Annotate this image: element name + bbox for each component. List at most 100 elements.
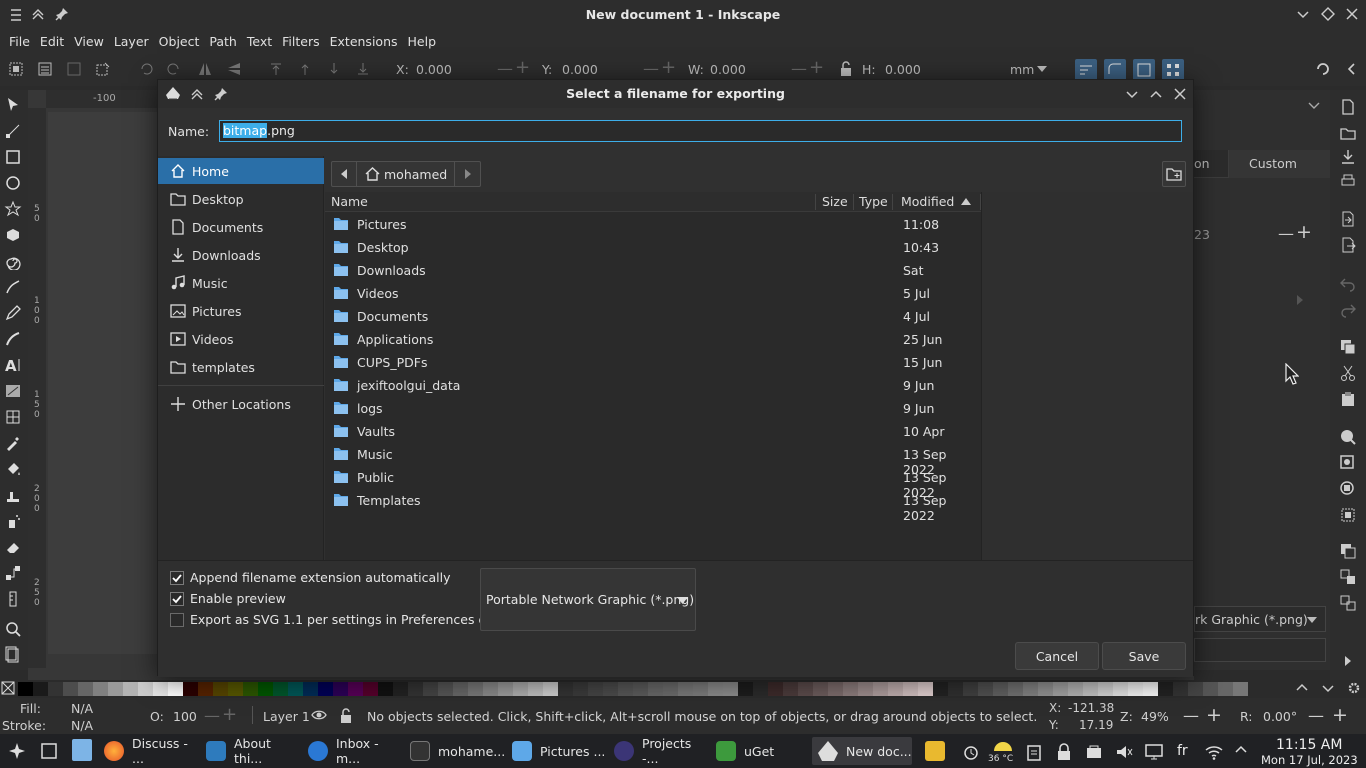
cut-icon[interactable] <box>1339 364 1357 382</box>
color-swatch[interactable] <box>558 682 573 696</box>
color-swatch[interactable] <box>873 682 888 696</box>
color-swatch[interactable] <box>1008 682 1023 696</box>
eraser-tool-icon[interactable] <box>4 538 22 556</box>
export-icon[interactable] <box>1339 236 1357 254</box>
color-swatch[interactable] <box>33 682 48 696</box>
color-swatch[interactable] <box>1233 682 1248 696</box>
lock-ratio-icon[interactable] <box>838 61 856 79</box>
maximize-icon[interactable] <box>1149 87 1163 101</box>
color-swatch[interactable] <box>153 682 168 696</box>
color-swatch[interactable] <box>183 682 198 696</box>
color-swatch[interactable] <box>63 682 78 696</box>
stroke-value[interactable]: N/A <box>71 718 93 733</box>
menu-edit[interactable]: Edit <box>35 30 69 54</box>
file-row[interactable]: Downloads Sat <box>325 259 981 282</box>
color-swatch[interactable] <box>258 682 273 696</box>
export-svg11-checkbox[interactable]: Export as SVG 1.1 per settings in Prefer… <box>170 612 517 627</box>
color-swatch[interactable] <box>1203 682 1218 696</box>
y-plus-icon[interactable]: + <box>661 57 676 78</box>
raise-icon[interactable] <box>297 61 315 79</box>
palette-up-icon[interactable] <box>1296 682 1308 694</box>
w-minus-icon[interactable]: — <box>791 59 807 78</box>
minimize-icon[interactable] <box>1296 8 1310 22</box>
app-launcher-icon[interactable] <box>8 742 26 760</box>
no-paint-swatch[interactable] <box>0 680 18 698</box>
color-swatch[interactable] <box>798 682 813 696</box>
duplicate-icon[interactable] <box>1339 542 1357 560</box>
place-templates[interactable]: templates <box>158 354 324 380</box>
file-row[interactable]: Desktop 10:43 <box>325 236 981 259</box>
horizontal-ruler[interactable]: -100 <box>46 90 158 108</box>
print-icon[interactable] <box>1339 172 1357 190</box>
task-inkscape[interactable]: New doc... <box>812 737 912 765</box>
select-all-layers-icon[interactable] <box>37 61 55 79</box>
rotation-plus-icon[interactable]: + <box>1332 704 1348 726</box>
place-videos[interactable]: Videos <box>158 326 324 352</box>
menu-text[interactable]: Text <box>242 30 277 54</box>
file-row[interactable]: logs 9 Jun <box>325 397 981 420</box>
color-swatch[interactable] <box>888 682 903 696</box>
color-swatch[interactable] <box>1098 682 1113 696</box>
ellipse-tool-icon[interactable] <box>4 174 22 192</box>
pager-icon[interactable] <box>72 739 92 761</box>
color-swatch[interactable] <box>1143 682 1158 696</box>
filename-input[interactable]: bitmap.png <box>219 120 1182 142</box>
column-modified[interactable]: Modified <box>901 194 954 209</box>
scale-stroke-icon[interactable] <box>1075 59 1097 81</box>
task-terminal[interactable]: mohame... <box>404 737 505 765</box>
vertical-ruler[interactable]: 5 0 1 0 0 1 5 0 2 0 0 2 5 0 <box>28 108 46 668</box>
color-swatch[interactable] <box>618 682 633 696</box>
new-document-icon[interactable] <box>1339 98 1357 116</box>
color-swatch[interactable] <box>1038 682 1053 696</box>
pen-tool-icon[interactable] <box>4 278 22 296</box>
touch-select-icon[interactable] <box>95 61 113 79</box>
task-mail[interactable]: Inbox - m... <box>302 736 402 766</box>
rotation-field[interactable]: 0.00° <box>1263 709 1297 724</box>
color-swatch[interactable] <box>318 682 333 696</box>
path-segment-home[interactable]: mohamed <box>357 161 455 187</box>
flip-horizontal-icon[interactable] <box>197 61 215 79</box>
clock-date[interactable]: Mon 17 Jul, 2023 <box>1261 753 1358 767</box>
redo-icon[interactable] <box>1339 300 1357 318</box>
gradient-tool-icon[interactable] <box>4 382 22 400</box>
snap-toggle-icon[interactable] <box>1315 61 1333 79</box>
lock-tray-icon[interactable] <box>1055 743 1073 761</box>
file-row[interactable]: Templates 13 Sep 2022 <box>325 489 981 523</box>
save-button[interactable]: Save <box>1102 642 1186 670</box>
open-file-icon[interactable] <box>1339 124 1357 142</box>
color-swatch[interactable] <box>648 682 663 696</box>
color-swatch[interactable] <box>858 682 873 696</box>
star-tool-icon[interactable] <box>4 200 22 218</box>
save-icon[interactable] <box>1339 148 1357 166</box>
color-swatch[interactable] <box>213 682 228 696</box>
color-swatch[interactable] <box>453 682 468 696</box>
color-swatch[interactable] <box>933 682 948 696</box>
color-swatch[interactable] <box>168 682 183 696</box>
file-row[interactable]: Pictures 11:08 <box>325 213 981 236</box>
undo-icon[interactable] <box>1339 274 1357 292</box>
file-row[interactable]: jexiftoolgui_data 9 Jun <box>325 374 981 397</box>
place-documents[interactable]: Documents <box>158 214 324 240</box>
zoom-width-icon[interactable] <box>1339 506 1357 524</box>
color-swatch[interactable] <box>1158 682 1173 696</box>
menu-view[interactable]: View <box>69 30 109 54</box>
clone-icon[interactable] <box>1339 568 1357 586</box>
menu-help[interactable]: Help <box>403 30 442 54</box>
palette-settings-icon[interactable] <box>1347 681 1361 695</box>
file-type-select[interactable]: Portable Network Graphic (*.png) <box>480 568 696 631</box>
create-folder-button[interactable] <box>1162 161 1186 187</box>
color-swatch[interactable] <box>498 682 513 696</box>
unit-dropdown-icon[interactable] <box>1037 66 1047 72</box>
color-swatch[interactable] <box>363 682 378 696</box>
layer-lock-icon[interactable] <box>339 708 353 724</box>
color-swatch[interactable] <box>18 682 33 696</box>
rotate-ccw-icon[interactable] <box>138 61 156 79</box>
color-swatch[interactable] <box>243 682 258 696</box>
w-field[interactable]: 0.000 <box>710 62 746 77</box>
color-swatch[interactable] <box>1068 682 1083 696</box>
move-gradients-icon[interactable] <box>1133 59 1155 81</box>
canvas-page[interactable] <box>48 112 158 654</box>
3d-box-tool-icon[interactable] <box>4 226 22 244</box>
color-swatch[interactable] <box>198 682 213 696</box>
zoom-selection-icon[interactable] <box>1339 428 1357 446</box>
